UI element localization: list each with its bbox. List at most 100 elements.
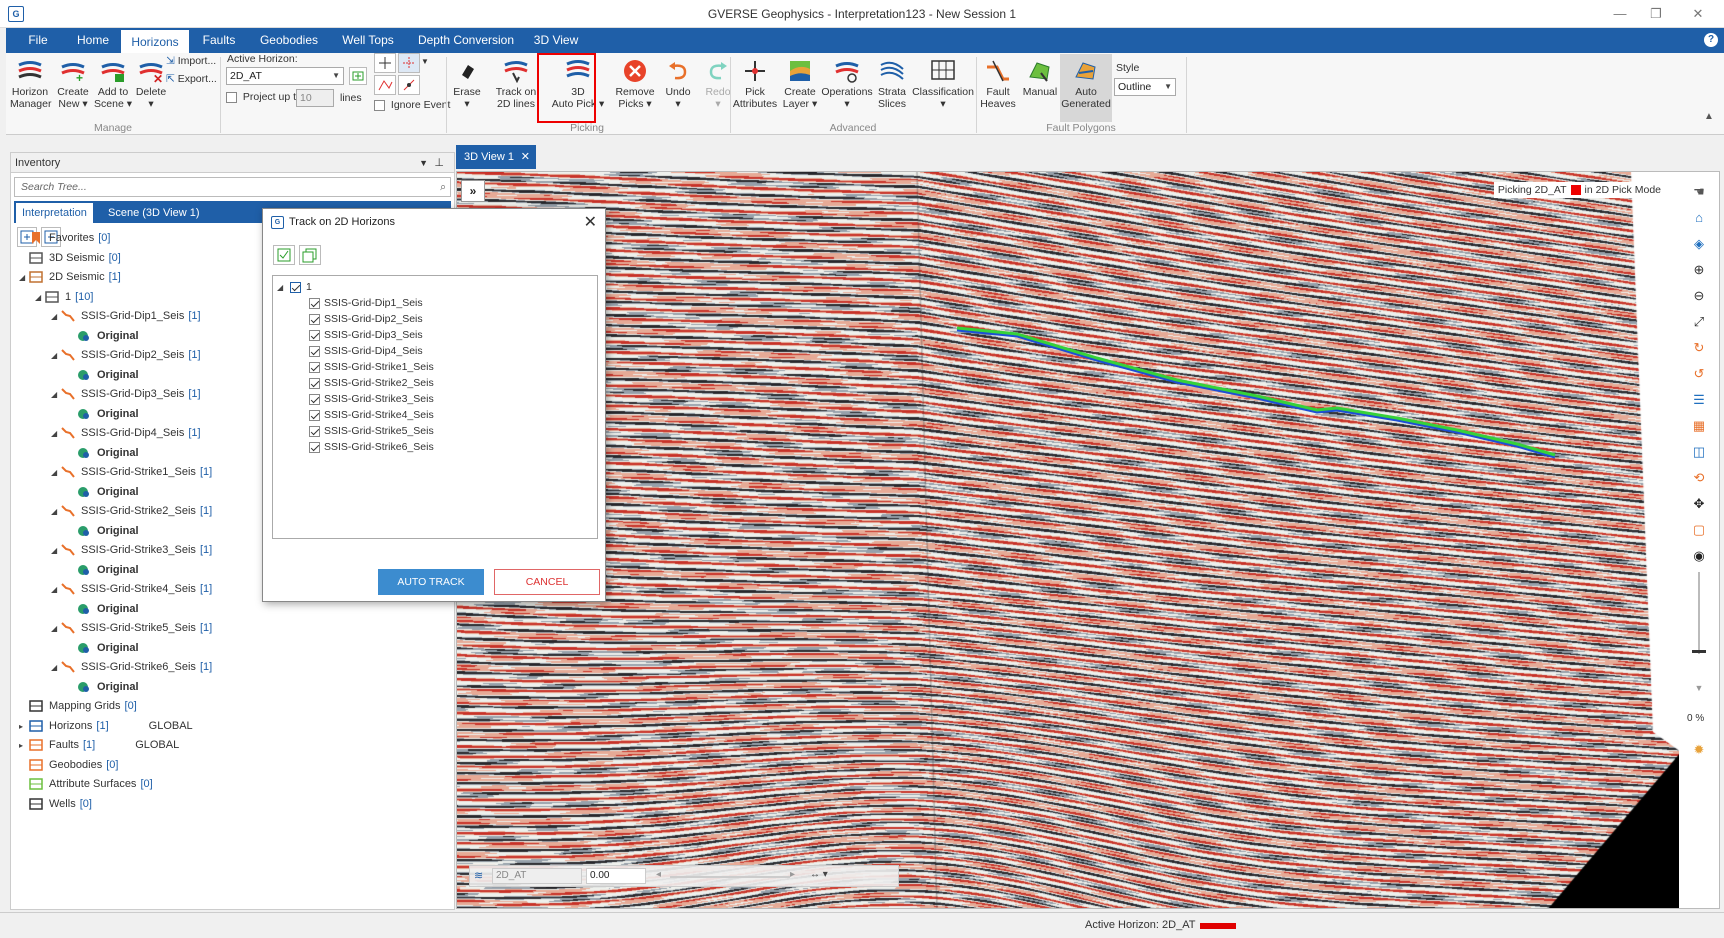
- uncheck-all-button[interactable]: [299, 245, 321, 265]
- pick-point-tool[interactable]: [374, 53, 396, 73]
- root-checkbox[interactable]: [290, 281, 302, 293]
- line-checkbox[interactable]: [309, 361, 320, 373]
- tree-item[interactable]: ◢ SSIS-Grid-Strike4_Seis [1]: [51, 580, 212, 598]
- tree-item[interactable]: Mapping Grids [0]: [19, 697, 137, 715]
- tree-item[interactable]: Original: [67, 366, 139, 384]
- erase-button[interactable]: Erase ▾: [452, 59, 482, 110]
- manual-button[interactable]: Manual: [1020, 59, 1060, 98]
- pick-seed-tool[interactable]: [398, 75, 420, 95]
- tree-item[interactable]: Attribute Surfaces [0]: [19, 775, 153, 793]
- add-to-scene-button[interactable]: Add to Scene ▾: [94, 59, 132, 110]
- pin-icon[interactable]: ⊥: [434, 153, 444, 173]
- tree-item[interactable]: Geobodies [0]: [19, 756, 118, 774]
- expand-toggle-icon[interactable]: ◢: [51, 503, 61, 521]
- line-checkbox[interactable]: [309, 425, 320, 437]
- tree-item[interactable]: Wells [0]: [19, 795, 92, 813]
- line-list-item[interactable]: SSIS-Grid-Strike1_Seis: [309, 359, 434, 375]
- tree-item[interactable]: ◢ SSIS-Grid-Strike2_Seis [1]: [51, 502, 212, 520]
- maximize-button[interactable]: ❐: [1642, 4, 1670, 24]
- layers-icon[interactable]: ☰: [1691, 392, 1707, 408]
- tree-item[interactable]: Favorites [0]: [19, 229, 110, 247]
- line-checkbox[interactable]: [309, 329, 320, 341]
- tab-3d-view[interactable]: 3D View: [528, 28, 584, 53]
- collapse-root-icon[interactable]: ◢: [277, 283, 283, 292]
- panel-menu-icon[interactable]: ▼: [419, 153, 428, 173]
- dialog-close-icon[interactable]: ✕: [584, 212, 597, 232]
- fit-view-icon[interactable]: ⤢: [1691, 314, 1707, 330]
- line-list-item[interactable]: SSIS-Grid-Dip4_Seis: [309, 343, 423, 359]
- expand-toggle-icon[interactable]: ◢: [51, 386, 61, 404]
- ignore-event-checkbox[interactable]: [374, 99, 385, 111]
- line-list-item[interactable]: SSIS-Grid-Strike6_Seis: [309, 439, 434, 455]
- strip-prev-icon[interactable]: ◂: [656, 869, 661, 880]
- tree-item[interactable]: ◢ SSIS-Grid-Dip2_Seis [1]: [51, 346, 201, 364]
- tree-item[interactable]: ◢ SSIS-Grid-Dip1_Seis [1]: [51, 307, 201, 325]
- expand-toggle-icon[interactable]: ◢: [51, 308, 61, 326]
- tree-item[interactable]: ◢ SSIS-Grid-Dip3_Seis [1]: [51, 385, 201, 403]
- hand-icon[interactable]: ☚: [1691, 184, 1707, 200]
- tree-item[interactable]: Original: [67, 522, 139, 540]
- rotate-y-icon[interactable]: ↺: [1691, 366, 1707, 382]
- delete-button[interactable]: ✕ Delete ▾: [134, 59, 168, 110]
- import-button[interactable]: ⇲ Import...: [166, 55, 220, 67]
- auto-generated-button[interactable]: Auto Generated: [1060, 54, 1112, 122]
- tree-item[interactable]: ◢ SSIS-Grid-Strike6_Seis [1]: [51, 658, 212, 676]
- line-checkbox[interactable]: [309, 345, 320, 357]
- cancel-button[interactable]: CANCEL: [494, 569, 600, 595]
- remove-picks-button[interactable]: Remove Picks ▾: [612, 59, 658, 110]
- tree-item[interactable]: Original: [67, 678, 139, 696]
- tab-3d-view-1[interactable]: 3D View 1 ✕: [456, 145, 536, 169]
- expand-toggle-icon[interactable]: ◢: [51, 425, 61, 443]
- light-bulb-icon[interactable]: ✹: [1691, 742, 1707, 758]
- tab-well-tops[interactable]: Well Tops: [332, 28, 404, 53]
- search-tree-input[interactable]: Search Tree... ⌕: [14, 177, 451, 197]
- tree-item[interactable]: Original: [67, 405, 139, 423]
- line-checkbox[interactable]: [309, 441, 320, 453]
- strata-slices-button[interactable]: Strata Slices: [872, 59, 912, 110]
- camera-view-icon[interactable]: ◈: [1691, 236, 1707, 252]
- expand-toggle-icon[interactable]: ◢: [51, 620, 61, 638]
- tree-item[interactable]: ◢ SSIS-Grid-Strike1_Seis [1]: [51, 463, 212, 481]
- pick-track-tool[interactable]: [398, 53, 420, 73]
- tab-interpretation[interactable]: Interpretation: [16, 203, 93, 223]
- screenshot-icon[interactable]: ◉: [1691, 548, 1707, 564]
- tree-item[interactable]: Original: [67, 444, 139, 462]
- check-all-button[interactable]: [273, 245, 295, 265]
- tab-horizons[interactable]: Horizons: [120, 29, 190, 54]
- seismic-viewport[interactable]: » Picking 2D_AT in 2D Pick Mode ≋ 2D_AT 0…: [456, 171, 1720, 909]
- strip-value-field[interactable]: 0.00: [586, 868, 646, 884]
- grid-icon[interactable]: ▦: [1691, 418, 1707, 434]
- move-icon[interactable]: ✥: [1691, 496, 1707, 512]
- classification-button[interactable]: Classification ▾: [912, 59, 974, 110]
- pick-zigzag-tool[interactable]: [374, 75, 396, 95]
- orbit-icon[interactable]: ⟲: [1691, 470, 1707, 486]
- tab-faults[interactable]: Faults: [192, 28, 246, 53]
- zoom-slider-track[interactable]: [1698, 572, 1700, 654]
- line-list-item[interactable]: SSIS-Grid-Strike4_Seis: [309, 407, 434, 423]
- undo-button[interactable]: Undo ▾: [660, 59, 696, 110]
- create-new-button[interactable]: + Create New ▾: [54, 59, 92, 110]
- tree-item[interactable]: Original: [67, 327, 139, 345]
- fault-heaves-button[interactable]: Fault Heaves: [978, 59, 1018, 110]
- close-window-button[interactable]: ✕: [1684, 4, 1712, 24]
- line-list-item[interactable]: SSIS-Grid-Dip1_Seis: [309, 295, 423, 311]
- auto-track-button[interactable]: AUTO TRACK: [378, 569, 484, 595]
- expand-toggle-icon[interactable]: ◢: [51, 581, 61, 599]
- horizon-manager-button[interactable]: Horizon Manager: [10, 59, 51, 110]
- strip-step-icon[interactable]: ↔ ▾: [810, 869, 828, 880]
- zoom-in-icon[interactable]: ⊕: [1691, 262, 1707, 278]
- select-box-icon[interactable]: ▢: [1691, 522, 1707, 538]
- pick-attributes-button[interactable]: Pick Attributes: [732, 59, 778, 110]
- minimize-button[interactable]: —: [1606, 4, 1634, 24]
- export-button[interactable]: ⇱ Export...: [166, 73, 220, 85]
- tree-item[interactable]: Original: [67, 483, 139, 501]
- operations-button[interactable]: Operations ▾: [820, 59, 874, 110]
- expand-panel-button[interactable]: »: [461, 180, 485, 202]
- project-up-to-checkbox[interactable]: [226, 91, 237, 103]
- line-checkbox[interactable]: [309, 297, 320, 309]
- tab-scene[interactable]: Scene (3D View 1): [102, 203, 206, 223]
- tab-home[interactable]: Home: [66, 28, 120, 53]
- tab-file[interactable]: File: [10, 28, 66, 53]
- strip-next-icon[interactable]: ▸: [790, 869, 795, 880]
- tab-depth-conversion[interactable]: Depth Conversion: [408, 28, 524, 53]
